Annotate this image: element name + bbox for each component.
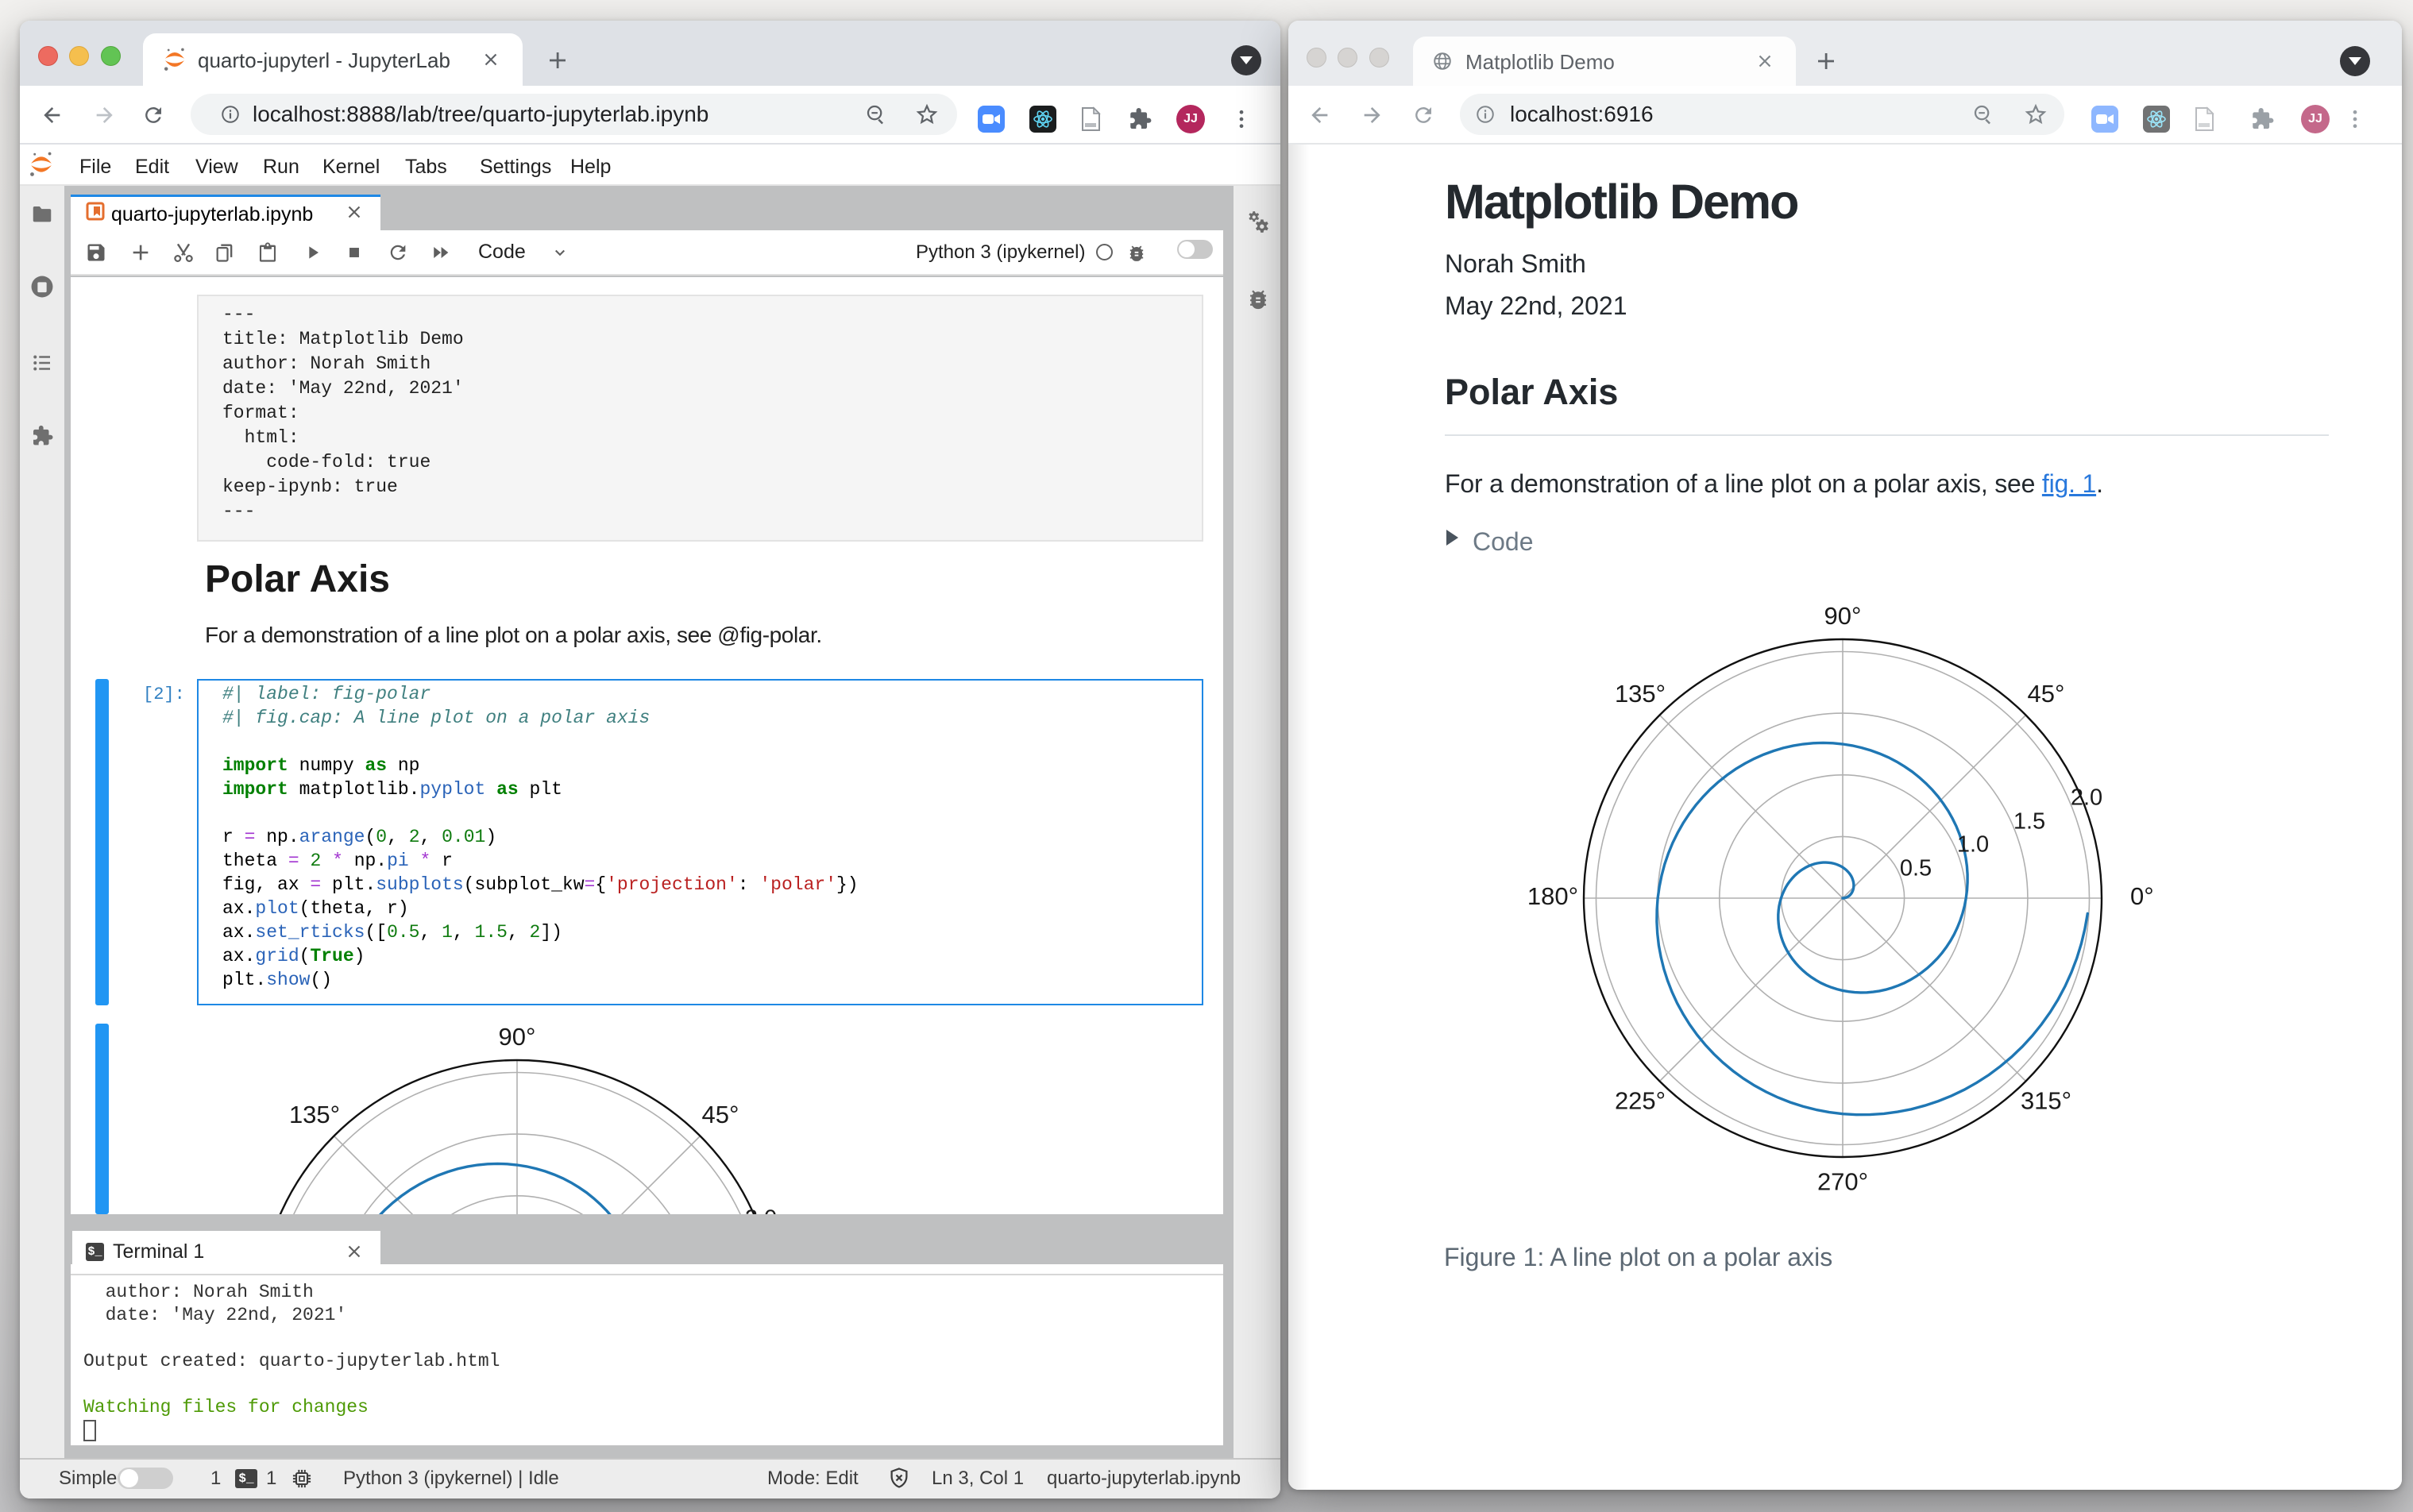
svg-text:45°: 45° [2028,680,2065,708]
svg-text:90°: 90° [499,1023,536,1051]
svg-text:180°: 180° [1527,882,1578,910]
svg-text:45°: 45° [702,1101,739,1128]
svg-text:90°: 90° [1824,602,1862,630]
svg-text:225°: 225° [1615,1086,1666,1114]
svg-text:0°: 0° [2130,882,2154,910]
svg-text:2.0: 2.0 [2071,785,2102,811]
svg-text:0.5: 0.5 [1900,856,1932,881]
svg-text:1.0: 1.0 [1957,832,1989,858]
svg-text:315°: 315° [2021,1086,2071,1114]
svg-text:135°: 135° [289,1101,340,1128]
svg-text:2.0: 2.0 [745,1206,777,1214]
svg-text:270°: 270° [1817,1167,1868,1195]
svg-text:135°: 135° [1615,680,1666,708]
svg-text:1.5: 1.5 [2013,809,2045,835]
